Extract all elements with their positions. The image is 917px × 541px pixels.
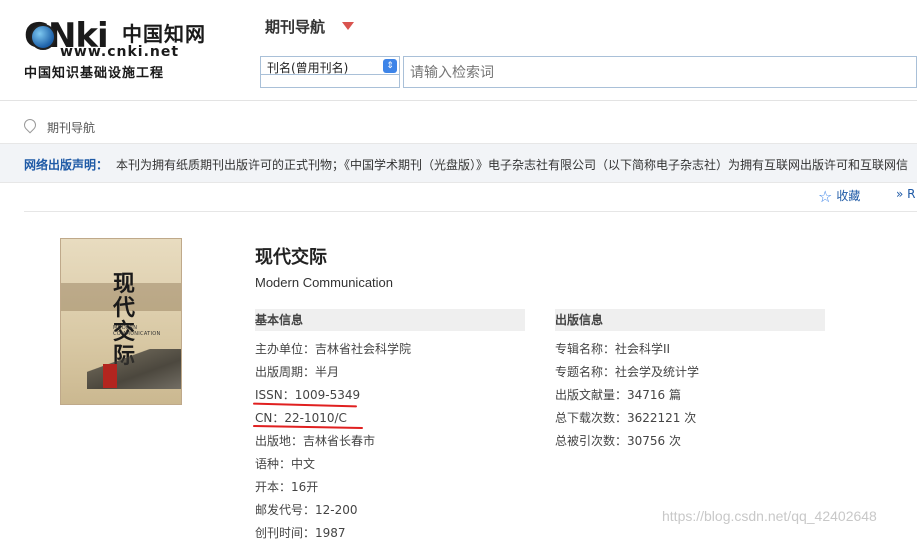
info-format: 开本：16开 (255, 480, 319, 494)
divider (24, 211, 917, 212)
annotation-underline-issn (252, 402, 358, 408)
logo-url: www.cnki.net (60, 44, 180, 60)
info-sponsor: 主办单位：吉林省社会科学院 (255, 342, 412, 356)
pub-album: 专辑名称：社会科学II (555, 342, 671, 356)
cover-seal (103, 364, 117, 388)
cover-calligraphy (69, 273, 109, 343)
site-header: CNki 中国知网 www.cnki.net 中国知识基础设施工程 期刊导航 刊… (0, 0, 917, 101)
info-issn: ISSN：1009-5349 (255, 388, 361, 402)
journal-cover-image: 现代交际 MODERN COMMUNICATION (60, 238, 182, 405)
cover-mountain (87, 349, 181, 389)
info-frequency: 出版周期：半月 (255, 365, 340, 379)
select-stepper-icon[interactable]: ⇕ (383, 59, 397, 73)
journal-english-title: Modern Communication (255, 275, 394, 290)
pub-citation-count: 总被引次数：30756 次 (555, 434, 681, 448)
info-language: 语种：中文 (255, 457, 316, 471)
logo-cn-name: 中国知网 (122, 22, 206, 46)
rss-label: R (907, 187, 916, 201)
search-input[interactable] (403, 56, 917, 88)
logo-mark: CNki 中国知网 www.cnki.net (24, 14, 214, 60)
search-field-select[interactable]: 刊名(曾用刊名) ⇕ (260, 56, 400, 88)
info-cn: CN：22-1010/C (255, 411, 347, 425)
favorite-button[interactable]: ☆ 收藏 (818, 187, 860, 206)
info-founded: 创刊时间：1987 (255, 526, 346, 540)
breadcrumb-item[interactable]: 期刊导航 (47, 119, 95, 136)
globe-icon (30, 24, 56, 50)
logo-subtitle: 中国知识基础设施工程 (24, 66, 165, 81)
star-icon: ☆ (818, 187, 833, 206)
location-pin-icon (21, 116, 39, 134)
info-postal-code: 邮发代号：12-200 (255, 503, 358, 517)
pub-topic: 专题名称：社会学及统计学 (555, 365, 700, 379)
journal-title: 现代交际 (255, 247, 327, 268)
pub-article-count: 出版文献量：34716 篇 (555, 388, 681, 402)
basic-info-heading: 基本信息 (255, 309, 525, 331)
journal-nav-menu[interactable]: 期刊导航 (265, 16, 325, 37)
rss-icon: » (896, 187, 904, 201)
pub-info-heading: 出版信息 (555, 309, 825, 331)
cover-en-title: MODERN COMMUNICATION (113, 325, 161, 337)
cnki-logo[interactable]: CNki 中国知网 www.cnki.net 中国知识基础设施工程 (24, 14, 214, 84)
select-divider (261, 74, 399, 75)
info-place: 出版地：吉林省长春市 (255, 434, 376, 448)
watermark: https://blog.csdn.net/qq_42402648 (662, 508, 877, 524)
favorite-label: 收藏 (836, 189, 861, 203)
pub-download-count: 总下载次数：3622121 次 (555, 411, 697, 425)
rss-button[interactable]: » R (896, 187, 916, 201)
notice-label: 网络出版声明： (24, 158, 109, 172)
breadcrumb: 期刊导航 (0, 110, 917, 140)
notice-text: 本刊为拥有纸质期刊出版许可的正式刊物；《中国学术期刊（光盘版）》电子杂志社有限公… (116, 158, 909, 172)
publication-notice: 网络出版声明： 本刊为拥有纸质期刊出版许可的正式刊物；《中国学术期刊（光盘版）》… (0, 143, 917, 183)
dropdown-arrow-icon[interactable] (342, 22, 354, 30)
